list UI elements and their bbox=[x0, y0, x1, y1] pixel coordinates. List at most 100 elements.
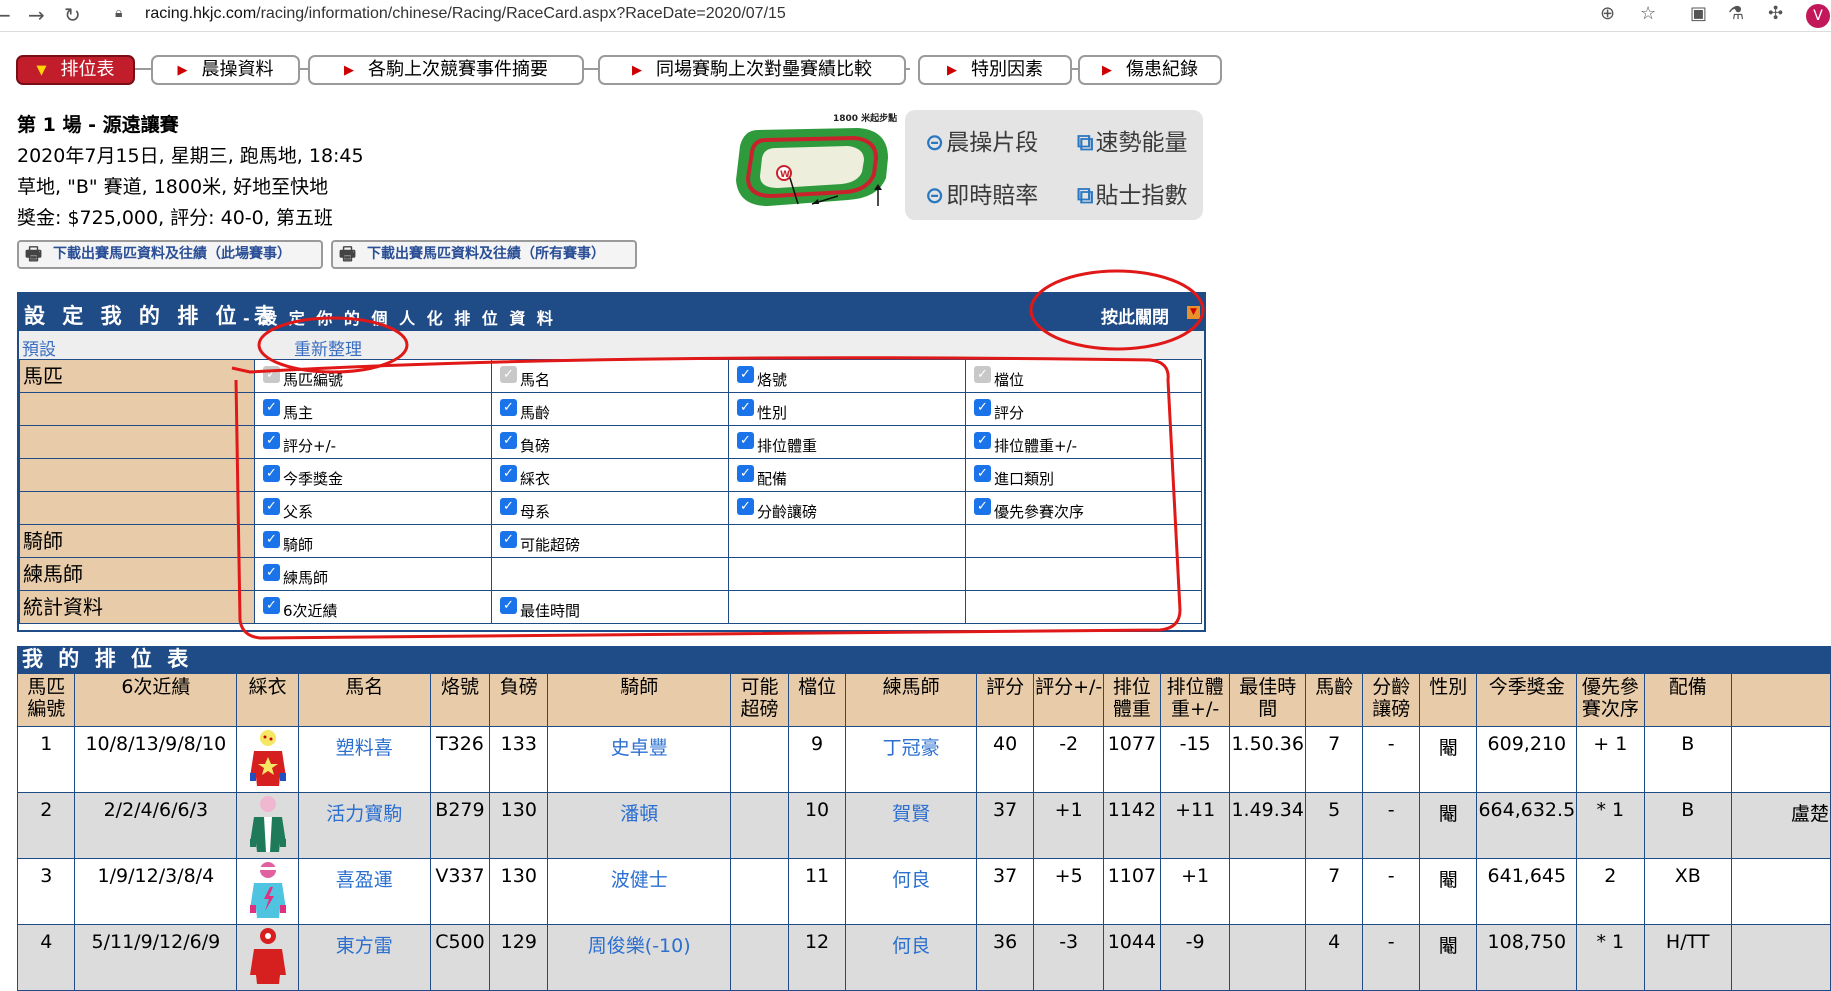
tab-trackwork[interactable]: ▶ 晨操資料 bbox=[151, 55, 300, 85]
trainer-link[interactable]: 何良 bbox=[845, 858, 977, 925]
default-link[interactable]: 預設 bbox=[22, 335, 56, 360]
checkbox[interactable]: ✓ bbox=[974, 398, 991, 416]
tab-head-to-head[interactable]: ▶ 同場賽駒上次對壘賽績比較 bbox=[598, 55, 906, 85]
reset-link[interactable]: 重新整理 bbox=[294, 335, 362, 360]
checkbox[interactable]: ✓ bbox=[737, 497, 754, 515]
checkbox[interactable]: ✓ bbox=[500, 398, 517, 416]
lock-icon[interactable]: 🔒︎ bbox=[115, 5, 122, 21]
col-age[interactable]: 馬齡 bbox=[1304, 673, 1364, 727]
option-rating-change[interactable]: ✓ 評分+/- bbox=[254, 425, 492, 459]
checkbox[interactable]: ✓ bbox=[500, 431, 517, 449]
col-best-time[interactable]: 最佳時間 bbox=[1229, 673, 1306, 727]
col-sex[interactable]: 性別 bbox=[1418, 673, 1478, 727]
col-declared-weight[interactable]: 排位體重 bbox=[1102, 673, 1161, 727]
jockey-link[interactable]: 史卓豐 bbox=[547, 726, 732, 793]
reload-icon[interactable]: ↻ bbox=[64, 3, 81, 27]
tips-index-link[interactable]: ⧉貼士指數 bbox=[1077, 176, 1187, 210]
checkbox[interactable]: ✓ bbox=[737, 464, 754, 482]
option-brand-no[interactable]: ✓ 烙號 bbox=[728, 359, 966, 393]
col-trainer[interactable]: 練馬師 bbox=[845, 673, 977, 727]
option-sire[interactable]: ✓ 父系 bbox=[254, 491, 492, 525]
checkbox[interactable]: ✓ bbox=[263, 398, 280, 416]
checkbox[interactable]: ✓ bbox=[263, 464, 280, 482]
option-dam[interactable]: ✓ 母系 bbox=[491, 491, 729, 525]
horse-name-link[interactable]: 東方雷 bbox=[298, 924, 431, 991]
checkbox[interactable]: ✓ bbox=[263, 497, 280, 515]
option-import-category[interactable]: ✓ 進口類別 bbox=[965, 458, 1202, 492]
col-horse-no[interactable]: 馬匹編號 bbox=[16, 673, 76, 727]
col-weight[interactable]: 負磅 bbox=[489, 673, 549, 727]
close-settings-link[interactable]: 按此關閉 bbox=[1101, 303, 1169, 328]
trainer-link[interactable]: 賀賢 bbox=[845, 792, 977, 859]
option-last6[interactable]: ✓ 6次近績 bbox=[254, 590, 492, 624]
forward-icon[interactable]: → bbox=[28, 3, 45, 27]
checkbox[interactable]: ✓ bbox=[263, 530, 280, 548]
col-season-stakes[interactable]: 今季獎金 bbox=[1476, 673, 1578, 727]
col-brand[interactable]: 烙號 bbox=[429, 673, 491, 727]
option-declared-weight-change[interactable]: ✓ 排位體重+/- bbox=[965, 425, 1202, 459]
tab-last-race-incidents[interactable]: ▶ 各駒上次競賽事件摘要 bbox=[308, 55, 584, 85]
col-rating[interactable]: 評分 bbox=[975, 673, 1035, 727]
col-over-weight[interactable]: 可能超磅 bbox=[730, 673, 789, 727]
jockey-link[interactable]: 周俊樂(-10) bbox=[547, 924, 732, 991]
horse-name-link[interactable]: 活力寶駒 bbox=[298, 792, 431, 859]
col-horse-name[interactable]: 馬名 bbox=[298, 673, 431, 727]
tab-racecard[interactable]: ▼ 排位表 bbox=[16, 55, 135, 85]
option-wfa[interactable]: ✓ 分齡讓磅 bbox=[728, 491, 966, 525]
extension-icon[interactable]: ⚗ bbox=[1728, 3, 1744, 24]
tab-injury-records[interactable]: ▶ 傷患紀錄 bbox=[1078, 55, 1222, 85]
horse-name-link[interactable]: 塑料喜 bbox=[298, 726, 431, 793]
option-rating[interactable]: ✓ 評分 bbox=[965, 392, 1202, 426]
col-last6[interactable]: 6次近績 bbox=[74, 673, 238, 727]
col-rating-change[interactable]: 評分+/- bbox=[1033, 673, 1104, 727]
speedpro-link[interactable]: ⧉速勢能量 bbox=[1077, 123, 1187, 157]
option-declared-weight[interactable]: ✓ 排位體重 bbox=[728, 425, 966, 459]
download-this-race-button[interactable]: 🖶 下載出賽馬匹資料及往績（此場賽事） bbox=[17, 240, 323, 269]
option-best-time[interactable]: ✓ 最佳時間 bbox=[491, 590, 729, 624]
checkbox[interactable]: ✓ bbox=[974, 464, 991, 482]
track-map[interactable]: 1800 米起步點 W bbox=[728, 108, 903, 218]
checkbox[interactable]: ✓ bbox=[500, 464, 517, 482]
checkbox[interactable]: ✓ bbox=[263, 431, 280, 449]
horse-name-link[interactable]: 喜盈運 bbox=[298, 858, 431, 925]
option-weight[interactable]: ✓ 負磅 bbox=[491, 425, 729, 459]
puzzle-icon[interactable]: ✣ bbox=[1768, 3, 1783, 24]
jockey-link[interactable]: 波健士 bbox=[547, 858, 732, 925]
col-draw[interactable]: 檔位 bbox=[787, 673, 847, 727]
address-bar[interactable]: 🔒︎ racing.hkjc.com/racing/information/ch… bbox=[105, 2, 1670, 28]
col-declared-weight-change[interactable]: 排位體重+/- bbox=[1159, 673, 1231, 727]
back-icon[interactable]: ← bbox=[0, 3, 11, 27]
checkbox[interactable]: ✓ bbox=[974, 431, 991, 449]
live-odds-link[interactable]: ⊝即時賠率 bbox=[925, 176, 1038, 210]
option-trainer[interactable]: ✓ 練馬師 bbox=[254, 557, 492, 591]
profile-avatar[interactable]: V bbox=[1806, 4, 1830, 28]
checkbox[interactable]: ✓ bbox=[737, 431, 754, 449]
option-owner[interactable]: ✓ 馬主 bbox=[254, 392, 492, 426]
checkbox[interactable]: ✓ bbox=[500, 530, 517, 548]
collapse-arrow-icon[interactable]: ▼ bbox=[1187, 306, 1200, 319]
option-jockey[interactable]: ✓ 騎師 bbox=[254, 524, 492, 558]
option-priority[interactable]: ✓ 優先參賽次序 bbox=[965, 491, 1202, 525]
trackwork-video-link[interactable]: ⊝晨操片段 bbox=[925, 123, 1038, 157]
col-jockey[interactable]: 騎師 bbox=[547, 673, 732, 727]
option-sex[interactable]: ✓ 性別 bbox=[728, 392, 966, 426]
col-priority[interactable]: 優先參賽次序 bbox=[1576, 673, 1645, 727]
checkbox[interactable]: ✓ bbox=[974, 497, 991, 515]
checkbox[interactable]: ✓ bbox=[737, 365, 754, 383]
trainer-link[interactable]: 丁冠豪 bbox=[845, 726, 977, 793]
option-colours[interactable]: ✓ 綵衣 bbox=[491, 458, 729, 492]
option-season-stakes[interactable]: ✓ 今季獎金 bbox=[254, 458, 492, 492]
option-gear[interactable]: ✓ 配備 bbox=[728, 458, 966, 492]
checkbox[interactable]: ✓ bbox=[263, 563, 280, 581]
checkbox[interactable]: ✓ bbox=[737, 398, 754, 416]
checkbox[interactable]: ✓ bbox=[500, 497, 517, 515]
jockey-link[interactable]: 潘頓 bbox=[547, 792, 732, 859]
col-gear[interactable]: 配備 bbox=[1643, 673, 1732, 727]
download-all-races-button[interactable]: 🖶 下載出賽馬匹資料及往績（所有賽事） bbox=[331, 240, 637, 269]
option-age[interactable]: ✓ 馬齡 bbox=[491, 392, 729, 426]
col-wfa[interactable]: 分齡讓磅 bbox=[1362, 673, 1420, 727]
zoom-icon[interactable]: ⊕ bbox=[1600, 3, 1615, 24]
camera-extension-icon[interactable]: ▣ bbox=[1690, 3, 1707, 24]
checkbox[interactable]: ✓ bbox=[500, 596, 517, 614]
option-over-weight[interactable]: ✓ 可能超磅 bbox=[491, 524, 729, 558]
